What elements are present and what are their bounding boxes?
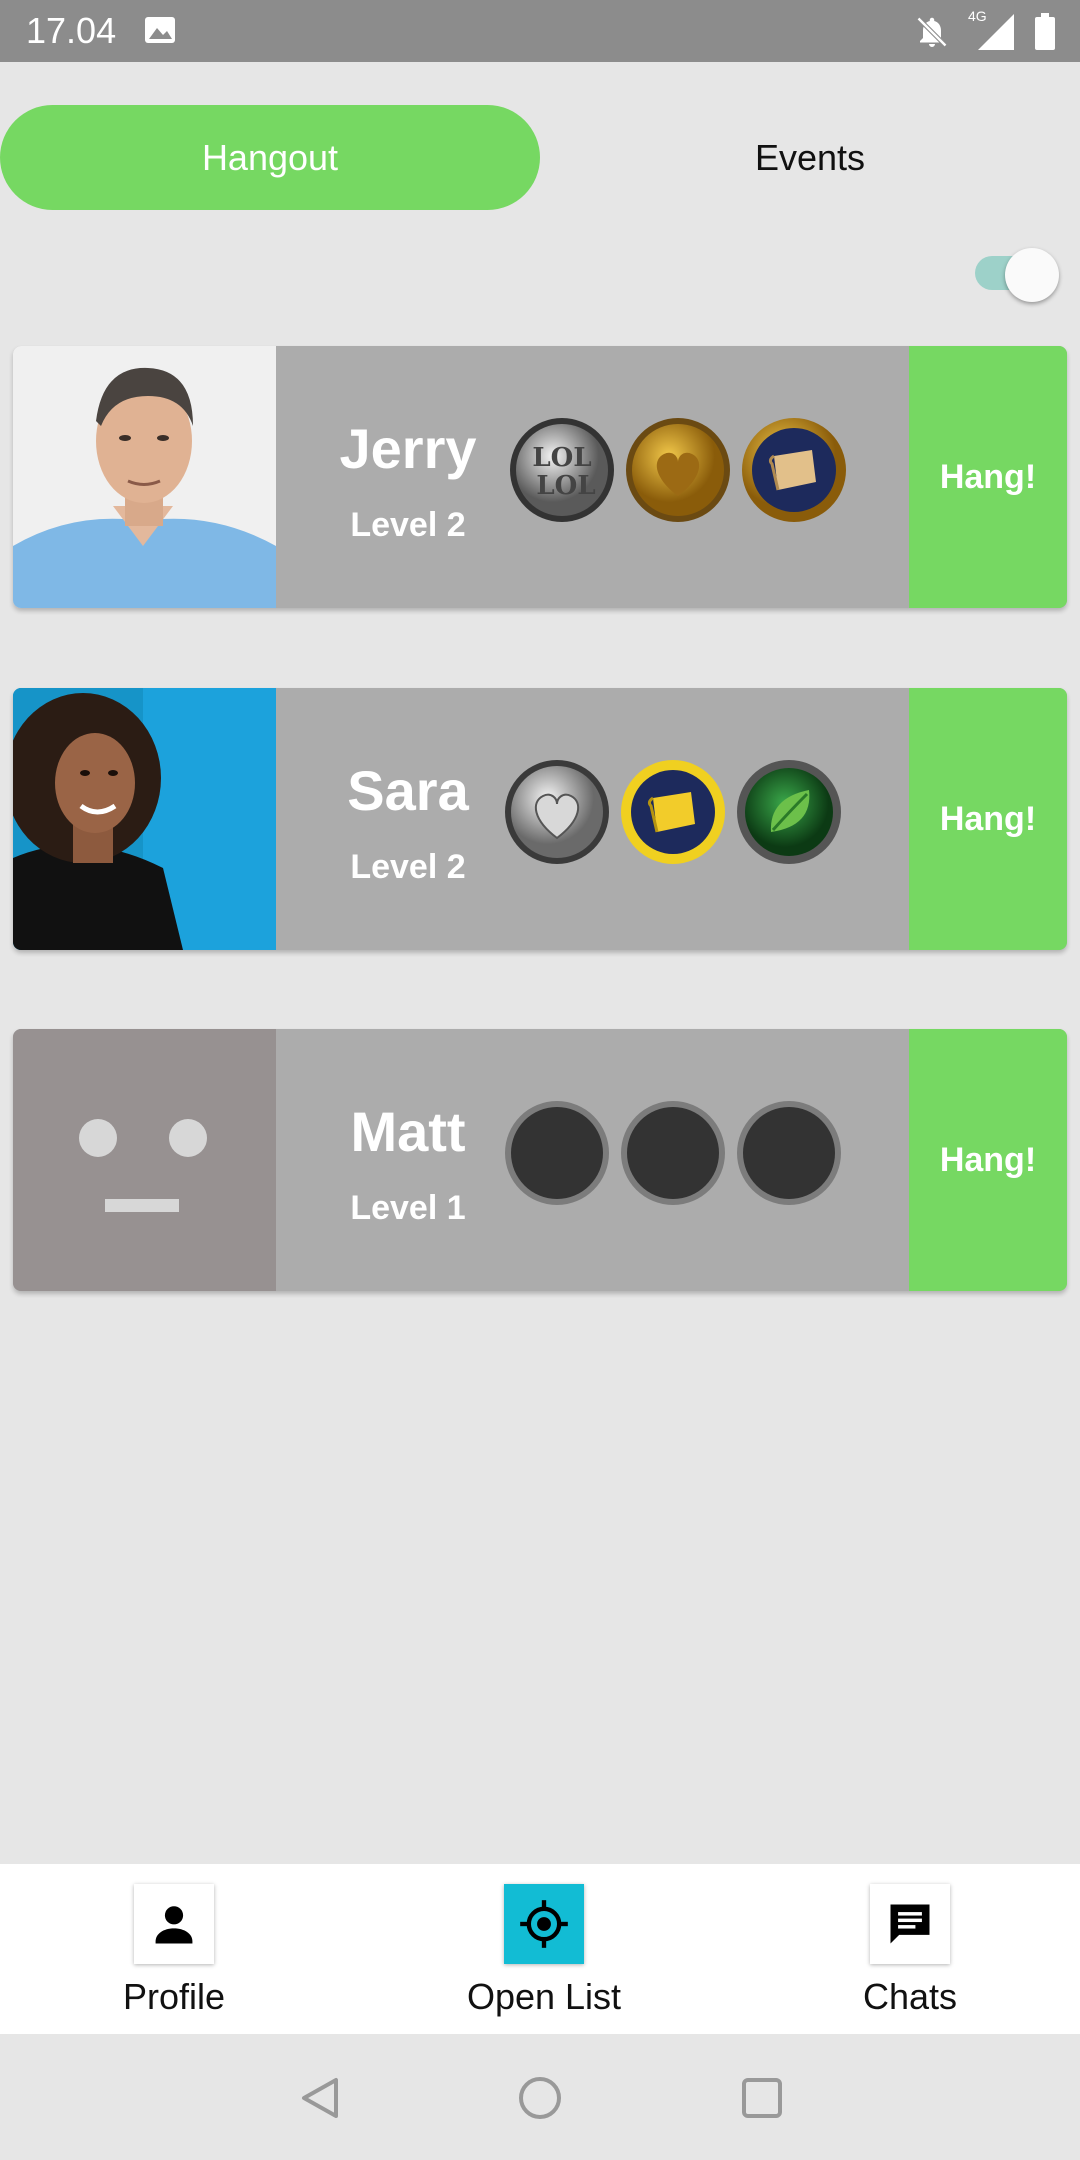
leaf-green-badge-icon <box>737 760 841 864</box>
nav-chats[interactable]: Chats <box>790 1884 1030 2018</box>
user-name: Matt <box>350 1100 466 1163</box>
bell-off-icon <box>916 16 948 48</box>
target-icon <box>504 1884 584 1964</box>
tab-hangout[interactable]: Hangout <box>0 105 540 210</box>
back-icon[interactable] <box>296 2074 344 2122</box>
nav-open-list-label: Open List <box>466 1976 622 2017</box>
avatar <box>13 1029 276 1291</box>
badge-row <box>503 1099 843 1209</box>
hang-button[interactable]: Hang! <box>909 346 1067 608</box>
scroll-blue-yellow-badge-icon <box>621 760 725 864</box>
empty-badge-icon <box>621 1101 725 1205</box>
user-level: Level 1 <box>350 1189 466 1227</box>
toggle-switch[interactable] <box>975 248 1059 302</box>
system-nav-bar <box>0 2034 1080 2160</box>
nav-profile[interactable]: Profile <box>54 1884 294 2018</box>
home-icon[interactable] <box>516 2074 564 2122</box>
avatar <box>13 688 276 950</box>
tab-bar: Hangout Events <box>0 105 1080 210</box>
person-icon <box>134 1884 214 1964</box>
svg-text:LOL: LOL <box>532 443 591 473</box>
nav-open-list[interactable]: Open List <box>424 1884 664 2018</box>
user-level: Level 2 <box>350 506 466 544</box>
lol-silver-badge-icon: LOL LOL <box>510 418 614 522</box>
hang-button[interactable]: Hang! <box>909 1029 1067 1291</box>
avatar <box>13 346 276 608</box>
status-time: 17.04 <box>26 10 117 51</box>
badge-row: LOL LOL <box>508 416 848 526</box>
heart-gold-badge-icon <box>626 418 730 522</box>
recents-icon[interactable] <box>738 2074 786 2122</box>
signal-icon: 4G <box>968 8 1016 52</box>
tab-events[interactable]: Events <box>540 105 1080 210</box>
user-name: Sara <box>347 759 469 822</box>
user-level: Level 2 <box>350 848 466 886</box>
user-card-sara[interactable]: Sara Level 2 Hang! <box>13 688 1067 950</box>
nav-chats-label: Chats <box>862 1976 958 2017</box>
scroll-blue-gold-badge-icon <box>742 418 846 522</box>
user-card-matt[interactable]: Matt Level 1 Hang! <box>13 1029 1067 1291</box>
empty-badge-icon <box>505 1101 609 1205</box>
chat-icon <box>870 1884 950 1964</box>
toggle-knob <box>1005 248 1059 302</box>
image-icon <box>145 17 175 43</box>
empty-badge-icon <box>737 1101 841 1205</box>
battery-icon <box>1035 13 1055 50</box>
status-bar: 17.04 4G <box>0 0 1080 62</box>
heart-silver-badge-icon <box>505 760 609 864</box>
user-name: Jerry <box>339 417 477 480</box>
hang-button[interactable]: Hang! <box>909 688 1067 950</box>
user-card-jerry[interactable]: Jerry Level 2 LOL LOL Hang! <box>13 346 1067 608</box>
badge-row <box>503 758 843 868</box>
svg-text:LOL: LOL <box>536 471 595 501</box>
nav-profile-label: Profile <box>122 1976 226 2017</box>
bottom-nav: Profile Open List Chats <box>0 1864 1080 2034</box>
